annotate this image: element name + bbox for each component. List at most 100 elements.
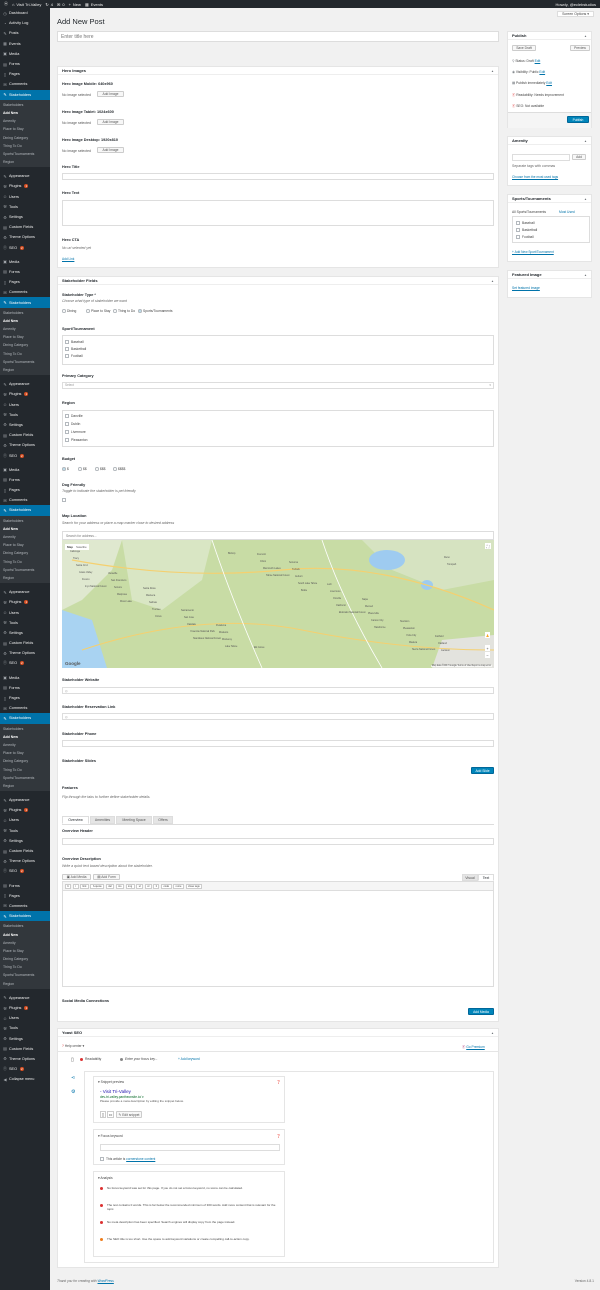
toggle-arrow-icon[interactable]: ▲ xyxy=(584,197,587,201)
submenu-item-stakeholders[interactable]: Stakeholders xyxy=(0,517,50,525)
snippet-preview-header[interactable]: ▾ Snippet preview xyxy=(98,1080,124,1084)
add-slide-button[interactable]: Add Slide xyxy=(471,767,494,774)
toolbar-button-link[interactable]: link xyxy=(80,883,89,889)
submenu-item-region[interactable]: Region xyxy=(0,782,50,790)
sidebar-item-comments[interactable]: ✉ Comments xyxy=(0,79,50,89)
set-featured-image-link[interactable]: Set featured image xyxy=(512,286,540,290)
sidebar-item-seo[interactable]: Ⓨ SEO 2 xyxy=(0,658,50,668)
submenu-item-stakeholders[interactable]: Stakeholders xyxy=(0,725,50,733)
editor-tab-text[interactable]: Text xyxy=(478,874,494,881)
toolbar-button-i[interactable]: i xyxy=(72,883,79,889)
hero-cta-add-link[interactable]: Add Link xyxy=(62,257,74,261)
focus-help-icon[interactable]: ❓ xyxy=(277,1134,281,1138)
submenu-item-stakeholders[interactable]: Stakeholders xyxy=(0,922,50,930)
go-premium-link[interactable]: Ⓨ Go Premium xyxy=(462,1044,485,1049)
sidebar-item-custom-fields[interactable]: ▤ Custom Fields xyxy=(0,846,50,856)
submenu-item-region[interactable]: Region xyxy=(0,980,50,988)
sidebar-item-seo[interactable]: Ⓨ SEO 2 xyxy=(0,1064,50,1074)
edit-snippet-button[interactable]: ✎ Edit snippet xyxy=(116,1111,142,1118)
submenu-item-sports-tournaments[interactable]: Sports/Tournaments xyxy=(0,566,50,574)
sidebar-item-settings[interactable]: ⚙ Settings xyxy=(0,212,50,222)
fullscreen-icon[interactable]: ⛶ xyxy=(485,543,491,549)
toggle-arrow-icon[interactable]: ▲ xyxy=(491,279,494,283)
submenu-item-thing-to-do[interactable]: Thing To Do xyxy=(0,765,50,773)
submenu-item-dining-category[interactable]: Dining Category xyxy=(0,549,50,557)
sidebar-item-pages[interactable]: ▯ Pages xyxy=(0,891,50,901)
budget-radio-3[interactable] xyxy=(95,467,99,471)
map-view[interactable]: Calistoga Santa Rosa Petaluma Sonoma Napa Fai… xyxy=(62,540,494,668)
budget-radio-1[interactable] xyxy=(62,467,66,471)
yoast-traffic-icon[interactable]: ▯ xyxy=(71,1057,74,1063)
yoast-header[interactable]: Yoast SEO ▲ xyxy=(58,1029,498,1037)
toolbar-button-del[interactable]: del xyxy=(105,883,115,889)
sport-checkbox-basketball[interactable] xyxy=(65,347,69,351)
yoast-tab-focus[interactable]: Enter your focus key... xyxy=(120,1055,175,1063)
submenu-item-dining-category[interactable]: Dining Category xyxy=(0,757,50,765)
sidebar-item-pages[interactable]: ▯ Pages xyxy=(0,69,50,79)
screen-options-button[interactable]: Screen Options ▾ xyxy=(557,11,594,17)
submenu-item-amenity[interactable]: Amenity xyxy=(0,741,50,749)
submenu-item-place-to-stay[interactable]: Place to Stay xyxy=(0,125,50,133)
sidebar-item-posts[interactable]: ✎ Posts xyxy=(0,28,50,38)
sidebar-item-comments[interactable]: ✉ Comments xyxy=(0,703,50,713)
submenu-item-add-new[interactable]: Add New xyxy=(0,109,50,117)
cornerstone-checkbox[interactable] xyxy=(100,1157,104,1161)
sidebar-item-seo[interactable]: Ⓨ SEO 2 xyxy=(0,866,50,876)
amenity-header[interactable]: Amenity ▲ xyxy=(508,137,591,145)
sidebar-item-users[interactable]: ☺ Users xyxy=(0,815,50,825)
sidebar-item-forms[interactable]: ▤ Forms xyxy=(0,59,50,69)
submenu-item-add-new[interactable]: Add New xyxy=(0,317,50,325)
submenu-item-region[interactable]: Region xyxy=(0,366,50,374)
region-checkbox-dublin[interactable] xyxy=(65,422,69,426)
sidebar-item-forms[interactable]: ▤ Forms xyxy=(0,267,50,277)
sports-tab-all[interactable]: All Sports/Tournaments xyxy=(512,210,546,214)
hero-desktop-add-image-button[interactable]: Add Image xyxy=(97,147,124,153)
toggle-arrow-icon[interactable]: ▲ xyxy=(491,69,494,73)
feature-tab-meeting-space[interactable]: Meeting Space xyxy=(116,816,152,824)
sidebar-item-plugins[interactable]: ⚒ Plugins 1 xyxy=(0,597,50,607)
website-input[interactable]: ◎ xyxy=(62,687,494,694)
sidebar-item-custom-fields[interactable]: ▤ Custom Fields xyxy=(0,638,50,648)
submenu-item-thing-to-do[interactable]: Thing To Do xyxy=(0,558,50,566)
cornerstone-link[interactable]: cornerstone content xyxy=(126,1157,155,1161)
toolbar-button-close-tags[interactable]: close tags xyxy=(185,883,203,889)
sports-box-checkbox-football[interactable] xyxy=(516,235,520,239)
pegman-icon[interactable]: ♟ xyxy=(485,632,490,638)
map-tab-satellite[interactable]: Satellite xyxy=(76,545,87,549)
dog-friendly-checkbox[interactable] xyxy=(62,498,66,502)
region-checkbox-livermore[interactable] xyxy=(65,430,69,434)
sports-box-checkbox-baseball[interactable] xyxy=(516,221,520,225)
add-media-button[interactable]: ▣ Add Media xyxy=(62,874,91,880)
toolbar-button-li[interactable]: li xyxy=(153,883,160,889)
snippet-help-icon[interactable]: ❓ xyxy=(277,1080,281,1084)
sidebar-item-seo[interactable]: Ⓨ SEO 2 xyxy=(0,243,50,253)
howdy-link[interactable]: Howdy, @eclebstudios xyxy=(556,2,596,7)
status-edit-link[interactable]: Edit xyxy=(535,59,541,63)
type-radio-place-to-stay[interactable] xyxy=(86,309,90,313)
zoom-in-button[interactable]: + xyxy=(485,645,490,651)
feature-tab-offers[interactable]: Offers xyxy=(153,816,173,824)
region-checkbox-danville[interactable] xyxy=(65,414,69,418)
toolbar-button-code[interactable]: code xyxy=(160,883,172,889)
map-search-input[interactable]: Search for address... xyxy=(62,531,494,540)
phone-input[interactable] xyxy=(62,740,494,747)
toolbar-button-img[interactable]: img xyxy=(125,883,135,889)
submenu-item-amenity[interactable]: Amenity xyxy=(0,533,50,541)
type-radio-dining[interactable] xyxy=(62,309,66,313)
sidebar-item-tools[interactable]: ⚒ Tools xyxy=(0,1023,50,1033)
sidebar-item-pages[interactable]: ▯ Pages xyxy=(0,485,50,495)
toggle-arrow-icon[interactable]: ▲ xyxy=(584,273,587,277)
sidebar-item-pages[interactable]: ▯ Pages xyxy=(0,693,50,703)
focus-keyword-header[interactable]: ▾ Focus keyword xyxy=(98,1134,123,1138)
submenu-item-dining-category[interactable]: Dining Category xyxy=(0,133,50,141)
submenu-item-thing-to-do[interactable]: Thing To Do xyxy=(0,963,50,971)
region-checkbox-pleasanton[interactable] xyxy=(65,438,69,442)
sidebar-item-stakeholders[interactable]: ✎ Stakeholders xyxy=(0,911,50,922)
desktop-preview-icon[interactable]: ▭ xyxy=(107,1111,114,1118)
sidebar-item-appearance[interactable]: ✎ Appearance xyxy=(0,587,50,597)
sidebar-item-users[interactable]: ☺ Users xyxy=(0,400,50,410)
submenu-item-amenity[interactable]: Amenity xyxy=(0,939,50,947)
type-radio-sports-tournaments[interactable] xyxy=(138,309,142,313)
toolbar-button-ol[interactable]: ol xyxy=(144,883,152,889)
add-keyword-button[interactable]: + Add keyword xyxy=(178,1055,200,1063)
